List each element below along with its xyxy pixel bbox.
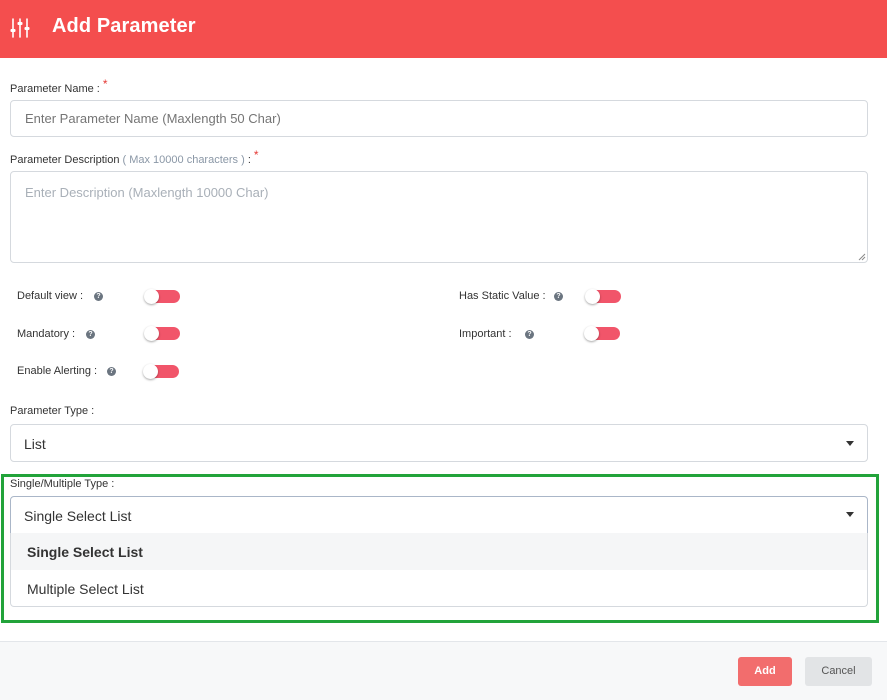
chevron-down-icon [846, 512, 854, 517]
toggle-knob [144, 289, 159, 304]
modal-header: Add Parameter [0, 0, 887, 58]
help-icon[interactable]: ? [554, 292, 563, 301]
add-button[interactable]: Add [738, 657, 792, 686]
dropdown-option-single-select[interactable]: Single Select List [11, 533, 867, 570]
default-view-toggle[interactable] [144, 289, 180, 304]
cancel-button[interactable]: Cancel [805, 657, 872, 686]
toggle-knob [143, 364, 158, 379]
help-icon[interactable]: ? [94, 292, 103, 301]
required-mark: * [102, 77, 108, 91]
parameter-description-hint: ( Max 10000 characters ) [122, 154, 245, 166]
sliders-icon [10, 18, 30, 38]
toggle-knob [585, 289, 600, 304]
parameter-description-textarea[interactable]: Enter Description (Maxlength 10000 Char) [10, 171, 868, 263]
single-multiple-type-dropdown: Single Select List Multiple Select List [10, 533, 868, 607]
dropdown-option-multiple-select[interactable]: Multiple Select List [11, 570, 867, 607]
help-icon[interactable]: ? [86, 330, 95, 339]
mandatory-toggle[interactable] [144, 326, 180, 341]
enable-alerting-label: Enable Alerting : [17, 365, 98, 377]
important-label: Important : [459, 328, 512, 340]
parameter-description-label: Parameter Description ( Max 10000 charac… [10, 148, 259, 166]
required-mark: * [253, 148, 259, 162]
parameter-description-label-text: Parameter Description [10, 154, 120, 166]
single-multiple-type-value: Single Select List [24, 508, 132, 524]
default-view-label: Default view : [17, 290, 84, 302]
help-icon[interactable]: ? [107, 367, 116, 376]
single-multiple-type-select[interactable]: Single Select List [10, 496, 868, 534]
mandatory-label: Mandatory : [17, 328, 76, 340]
option-label: Single Select List [27, 544, 143, 560]
single-multiple-type-label: Single/Multiple Type : [10, 478, 115, 490]
parameter-description-colon: : [247, 154, 251, 166]
option-label: Multiple Select List [27, 581, 144, 597]
parameter-name-input[interactable] [10, 100, 868, 137]
parameter-name-label: Parameter Name : * [10, 77, 108, 95]
description-placeholder: Enter Description (Maxlength 10000 Char) [25, 185, 269, 200]
important-toggle[interactable] [584, 326, 620, 341]
modal-footer: Add Cancel [0, 641, 887, 700]
has-static-value-toggle[interactable] [585, 289, 621, 304]
has-static-value-label: Has Static Value : [459, 290, 546, 302]
toggle-knob [584, 326, 599, 341]
parameter-type-label: Parameter Type : [10, 405, 95, 417]
modal-title: Add Parameter [52, 15, 196, 37]
resize-handle-icon[interactable] [858, 253, 866, 261]
help-icon[interactable]: ? [525, 330, 534, 339]
parameter-name-label-text: Parameter Name : [10, 83, 100, 95]
parameter-type-select[interactable]: List [10, 424, 868, 462]
chevron-down-icon [846, 441, 854, 446]
parameter-type-value: List [24, 436, 46, 452]
enable-alerting-toggle[interactable] [143, 364, 179, 379]
toggle-knob [144, 326, 159, 341]
